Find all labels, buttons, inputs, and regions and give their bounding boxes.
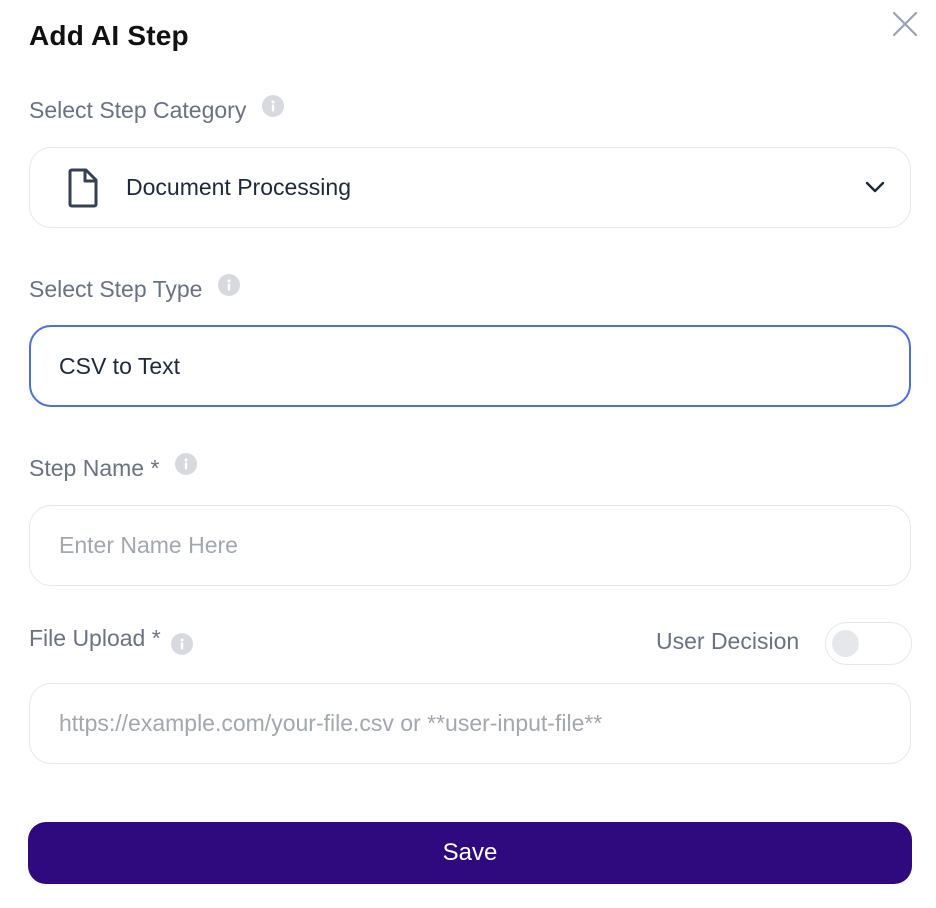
user-decision-toggle[interactable]	[825, 622, 912, 665]
step-name-input[interactable]: Enter Name Here	[29, 505, 911, 586]
info-icon[interactable]	[218, 273, 241, 296]
toggle-knob	[832, 630, 859, 657]
step-type-label-row: Select Step Type	[29, 273, 241, 303]
step-type-select[interactable]: CSV to Text	[29, 325, 911, 407]
file-upload-label: File Upload *	[29, 625, 161, 651]
step-type-label: Select Step Type	[29, 276, 203, 302]
step-category-value: Document Processing	[126, 174, 351, 200]
info-icon[interactable]	[262, 94, 285, 117]
category-label: Select Step Category	[29, 97, 247, 123]
category-label-row: Select Step Category	[29, 94, 285, 124]
dialog-title: Add AI Step	[29, 20, 189, 51]
close-icon	[892, 11, 918, 37]
close-button[interactable]	[891, 10, 919, 38]
save-button[interactable]: Save	[28, 822, 912, 884]
document-icon	[68, 168, 98, 207]
step-category-select[interactable]: Document Processing	[29, 147, 911, 228]
step-name-label-row: Step Name *	[29, 452, 198, 482]
add-ai-step-dialog: Add AI Step Select Step Category Documen…	[0, 0, 936, 908]
chevron-down-icon[interactable]	[864, 176, 886, 198]
info-icon[interactable]	[175, 452, 198, 475]
file-upload-label-row: File Upload *	[29, 625, 193, 655]
user-decision-label: User Decision	[656, 628, 800, 654]
info-icon[interactable]	[170, 632, 193, 655]
step-type-value: CSV to Text	[59, 352, 181, 379]
step-name-label: Step Name *	[29, 455, 160, 481]
file-upload-input[interactable]: https://example.com/your-file.csv or **u…	[29, 683, 911, 764]
file-upload-placeholder: https://example.com/your-file.csv or **u…	[59, 710, 603, 736]
step-name-placeholder: Enter Name Here	[59, 532, 238, 558]
